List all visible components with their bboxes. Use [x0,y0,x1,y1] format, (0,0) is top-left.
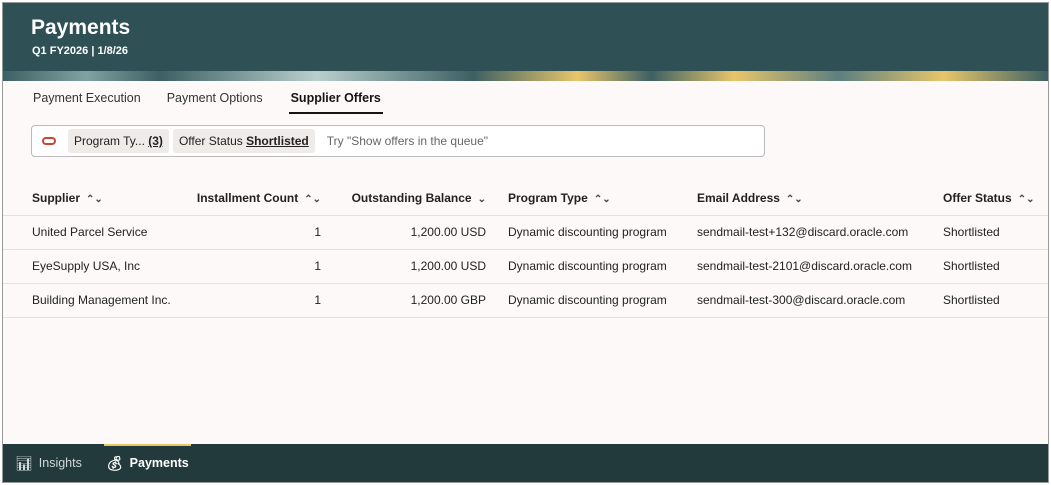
cell-email: sendmail-test-300@discard.oracle.com [683,282,929,318]
header-label: Offer Status [943,190,1012,205]
cell-offer-status: Shortlisted [929,248,1048,283]
cell-email: sendmail-test+132@discard.oracle.com [683,214,929,249]
tab-payment-options[interactable]: Payment Options [167,91,263,114]
cell-program-type: Dynamic discounting program [496,214,683,249]
cell-program-type: Dynamic discounting program [496,282,683,318]
header-label: Supplier [32,190,81,205]
app-frame: Payments Q1 FY2026 | 1/8/26 Payment Exec… [2,2,1049,483]
table-row[interactable]: EyeSupply USA, Inc 1 1,200.00 USD Dynamic d… [3,248,1048,283]
column-header-outstanding-balance[interactable]: Outstanding Balance ⌄ [333,181,496,215]
column-header-email-address[interactable]: Email Address ⌃⌄ [683,181,929,215]
column-header-supplier[interactable]: Supplier ⌃⌄ [3,181,193,215]
cell-supplier: Building Management Inc. [3,282,193,318]
header-label: Outstanding Balance [351,190,472,205]
cell-offer-status: Shortlisted [929,214,1048,249]
sort-icon[interactable]: ⌃⌄ [304,194,321,205]
header-label: Installment Count [196,190,299,205]
payments-icon: 💰︎ [105,454,124,471]
page-header: Payments Q1 FY2026 | 1/8/26 [3,3,1048,73]
cell-email: sendmail-test-2101@discard.oracle.com [683,248,929,283]
chip-label: Program Ty... [74,134,145,148]
column-header-offer-status[interactable]: Offer Status ⌃⌄ [929,181,1048,215]
sort-icon[interactable]: ⌃⌄ [1018,194,1035,205]
tab-bar: Payment Execution Payment Options Suppli… [33,91,409,114]
page-subtitle: Q1 FY2026 | 1/8/26 [32,45,129,57]
cell-supplier: United Parcel Service [3,214,193,249]
sort-descending-icon[interactable]: ⌄ [478,194,486,205]
header-label: Email Address [697,190,780,205]
page-title: Payments [31,16,131,39]
filter-chip-program-type[interactable]: Program Ty... (3) [68,129,169,153]
sort-icon[interactable]: ⌃⌄ [86,194,103,205]
table-row[interactable]: Building Management Inc. 1 1,200.00 GBP Dyn… [3,282,1048,318]
nav-item-insights[interactable]: 📊︎ Insights [15,444,82,482]
tab-payment-execution[interactable]: Payment Execution [33,91,141,114]
bar-chart-icon: 📊︎ [15,454,33,471]
cell-offer-status: Shortlisted [929,282,1048,318]
cell-installment-count: 1 [193,282,333,318]
cell-outstanding-balance: 1,200.00 USD [333,214,496,249]
search-input[interactable]: Try "Show offers in the queue" [327,134,488,148]
decorative-banner [3,71,1048,81]
nav-item-payments[interactable]: 💰︎ Payments [103,444,191,482]
smart-search-bar[interactable]: Program Ty... (3) Offer Status Shortlist… [31,125,765,157]
oracle-logo-icon [42,137,56,145]
chip-value: Shortlisted [246,134,309,148]
cell-outstanding-balance: 1,200.00 USD [333,248,496,283]
sort-icon[interactable]: ⌃⌄ [786,194,803,205]
chip-value: (3) [148,134,163,148]
table-row[interactable]: United Parcel Service 1 1,200.00 USD Dynami… [3,214,1048,249]
nav-label: Insights [38,456,82,470]
cell-installment-count: 1 [193,214,333,249]
cell-outstanding-balance: 1,200.00 GBP [333,282,496,318]
sort-icon[interactable]: ⌃⌄ [594,194,611,205]
nav-label: Payments [129,456,189,470]
column-header-installment-count[interactable]: Installment Count ⌃⌄ [193,181,333,215]
cell-program-type: Dynamic discounting program [496,248,683,283]
tab-supplier-offers[interactable]: Supplier Offers [288,91,383,114]
bottom-navigation: 📊︎ Insights 💰︎ Payments [3,444,1048,482]
chip-label: Offer Status [178,134,243,148]
filter-chip-offer-status[interactable]: Offer Status Shortlisted [172,129,315,153]
cell-supplier: EyeSupply USA, Inc [3,248,193,283]
column-header-program-type[interactable]: Program Type ⌃⌄ [496,181,683,215]
header-label: Program Type [508,190,588,205]
cell-installment-count: 1 [193,248,333,283]
supplier-offers-table: Supplier ⌃⌄ Installment Count ⌃⌄ Outstandi… [3,181,1048,318]
